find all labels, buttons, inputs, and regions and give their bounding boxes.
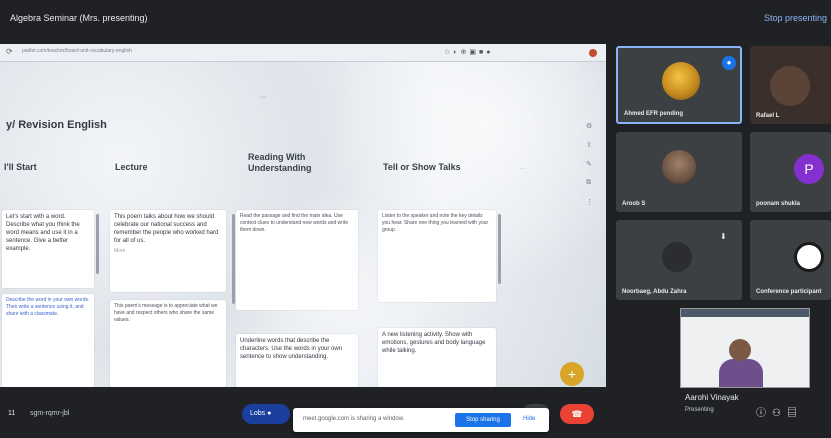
participant-tile[interactable]: Aroob S xyxy=(616,132,742,212)
column-title-1: Lecture xyxy=(115,162,148,172)
dark-avatar-icon xyxy=(662,242,692,272)
post-card[interactable]: This poem talks about how we should cele… xyxy=(110,210,226,292)
meeting-title: Algebra Seminar (Mrs. presenting) xyxy=(10,13,148,23)
more-icon[interactable]: ⋮ xyxy=(586,198,593,206)
stop-presenting-link[interactable]: Stop presenting xyxy=(764,13,827,23)
meeting-code: sgm-rqmr-jbl xyxy=(30,410,70,417)
share-icon[interactable]: ⇪ xyxy=(586,141,593,149)
post-card[interactable]: Underline words that describe the charac… xyxy=(236,334,358,387)
post-card[interactable]: Listen to the speaker and note the key d… xyxy=(378,210,496,302)
participant-name: Conference participant xyxy=(756,289,822,295)
participant-tile[interactable]: ● Ahmed EFR pending xyxy=(616,46,742,124)
post-more-link[interactable]: More xyxy=(114,248,222,254)
photo-avatar-icon xyxy=(662,150,696,184)
bottom-right-controls: ⓘ⚇▤ xyxy=(756,404,803,419)
refresh-icon[interactable]: ⟳ xyxy=(6,47,13,56)
info-circle-icon[interactable]: ⓘ xyxy=(756,408,772,419)
comment-icon[interactable]: ✎ xyxy=(586,160,593,168)
speaking-indicator-icon: ● xyxy=(722,56,736,70)
remake-icon[interactable]: ⧉ xyxy=(586,179,593,186)
browser-profile-icon[interactable] xyxy=(589,49,597,57)
post-card[interactable]: Let's start with a word. Describe what y… xyxy=(2,210,94,288)
board-menu-icon[interactable]: ⋯ xyxy=(260,94,266,101)
participant-video xyxy=(770,66,810,106)
column-scrollbar[interactable] xyxy=(232,214,235,304)
self-view-header xyxy=(681,309,809,317)
self-view-name: Aarohi Vinayak xyxy=(685,393,739,402)
participant-name: Ahmed EFR pending xyxy=(624,111,683,117)
board-title: y/ Revision English xyxy=(6,119,107,131)
column-options-icon[interactable]: ··· xyxy=(520,166,526,172)
participant-name: Aroob S xyxy=(622,201,646,207)
column-title-2: Reading With Understanding xyxy=(248,152,312,173)
post-card[interactable]: Read the passage and find the main idea.… xyxy=(236,210,358,310)
school-logo-icon xyxy=(794,242,824,272)
shared-screen: ⟳ padlet.com/teacher/board-unit-vocabula… xyxy=(0,44,606,387)
column-title-3: Tell or Show Talks xyxy=(383,162,461,172)
hide-notice-button[interactable]: Hide xyxy=(523,416,535,422)
address-bar[interactable]: padlet.com/teacher/board-unit-vocabulary… xyxy=(22,48,232,57)
column-scrollbar[interactable] xyxy=(96,214,99,274)
info-icon: ● xyxy=(267,410,272,417)
add-post-button[interactable]: + xyxy=(560,362,584,386)
share-notice-message: meet.google.com is sharing a window. xyxy=(303,416,405,422)
settings-icon[interactable]: ⚙ xyxy=(586,122,593,130)
post-card[interactable]: A new listening activity. Show with emot… xyxy=(378,328,496,387)
participant-tile[interactable]: ⬇ Noorbaeg, Abdu Zahra xyxy=(616,220,742,300)
participant-name: Rafael L xyxy=(756,113,780,119)
stop-sharing-button[interactable]: Stop sharing xyxy=(455,413,511,427)
letter-avatar-icon: P xyxy=(794,154,824,184)
end-call-button[interactable]: ☎ xyxy=(560,404,594,424)
participant-name: Noorbaeg, Abdu Zahra xyxy=(622,289,687,295)
lion-avatar-icon xyxy=(662,62,700,100)
browser-extension-icons[interactable]: ☆◐⊕▣■● xyxy=(444,48,493,57)
chat-icon[interactable]: ▤ xyxy=(787,408,803,419)
self-view-subtitle: Presenting xyxy=(685,407,714,413)
self-view-body xyxy=(719,359,763,387)
padlet-side-toolbar: ⚙ ⇪ ✎ ⧉ ⋮ xyxy=(586,122,596,217)
post-card[interactable]: Describe the word in your own words. The… xyxy=(2,294,94,387)
padlet-board: ⋯ y/ Revision English I'll Start Lecture… xyxy=(0,62,606,387)
self-view-video[interactable] xyxy=(680,308,810,388)
captions-button[interactable]: Lobs ● xyxy=(242,404,290,424)
participant-tile[interactable]: Conference participant xyxy=(750,220,831,300)
plus-icon: + xyxy=(567,366,577,382)
meeting-top-bar: Algebra Seminar (Mrs. presenting) Stop p… xyxy=(0,0,831,40)
post-card[interactable]: This poem's message is to appreciate wha… xyxy=(110,300,226,387)
phone-hangup-icon: ☎ xyxy=(571,409,583,419)
column-title-0: I'll Start xyxy=(4,162,37,172)
screen-share-notice: meet.google.com is sharing a window. Sto… xyxy=(293,408,549,432)
column-scrollbar[interactable] xyxy=(498,214,501,284)
browser-toolbar: ⟳ padlet.com/teacher/board-unit-vocabula… xyxy=(0,44,606,62)
meeting-time: 11 xyxy=(8,410,16,417)
participant-tile[interactable]: Rafael L xyxy=(750,46,831,124)
self-view-face xyxy=(729,339,751,361)
mic-icon: ⬇ xyxy=(720,232,727,241)
people-icon[interactable]: ⚇ xyxy=(772,408,787,419)
participant-tile[interactable]: P poonam shukla xyxy=(750,132,831,212)
participant-name: poonam shukla xyxy=(756,201,801,207)
